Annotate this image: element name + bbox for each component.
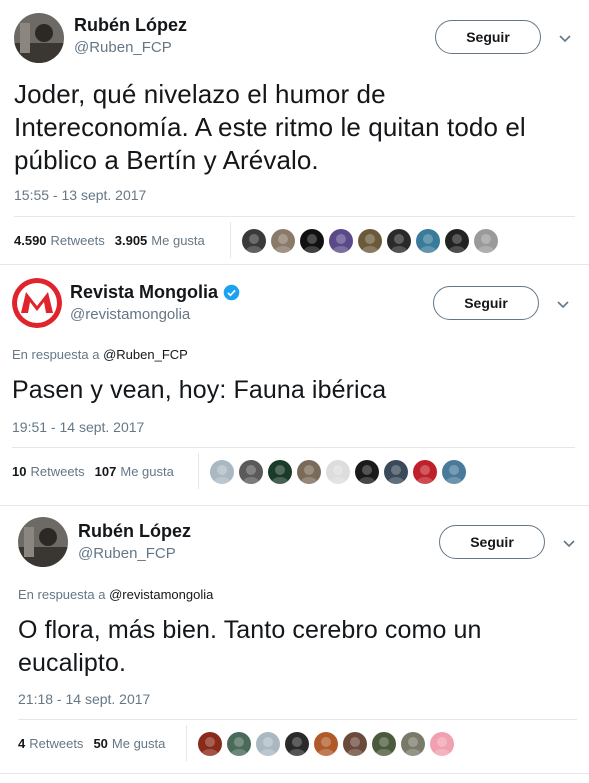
tweet-text: Pasen y vean, hoy: Fauna ibérica <box>12 376 387 404</box>
author-handle[interactable]: @Ruben_FCP <box>78 545 176 562</box>
liker-avatar[interactable] <box>401 732 425 756</box>
liker-avatar[interactable] <box>430 732 454 756</box>
liker-avatar[interactable] <box>297 460 321 484</box>
liker-avatar[interactable] <box>474 229 498 253</box>
likers-avatars <box>210 460 471 484</box>
divider <box>230 222 231 258</box>
divider <box>0 505 589 506</box>
liker-avatar[interactable] <box>300 229 324 253</box>
liker-avatar[interactable] <box>329 229 353 253</box>
engagement-stats: 4.590 Retweets 3.905 Me gusta <box>14 233 215 248</box>
likes-stat[interactable]: 50 Me gusta <box>93 736 165 751</box>
chevron-down-icon[interactable] <box>556 297 570 311</box>
divider <box>14 216 575 217</box>
timestamp[interactable]: 19:51 - 14 sept. 2017 <box>12 419 144 435</box>
author-name[interactable]: Rubén López <box>78 521 191 542</box>
author-name[interactable]: Rubén López <box>74 15 187 36</box>
retweets-stat[interactable]: 4 Retweets <box>18 736 83 751</box>
liker-avatar[interactable] <box>256 732 280 756</box>
divider <box>186 725 187 761</box>
liker-avatar[interactable] <box>413 460 437 484</box>
tweet-2: Revista Mongolia @revistamongolia Seguir… <box>0 265 589 510</box>
reply-context: En respuesta a @Ruben_FCP <box>12 347 188 362</box>
follow-button[interactable]: Seguir <box>439 525 545 559</box>
liker-avatar[interactable] <box>326 460 350 484</box>
author-handle[interactable]: @revistamongolia <box>70 306 190 323</box>
liker-avatar[interactable] <box>355 460 379 484</box>
verified-badge-icon <box>223 284 240 301</box>
tweet-text: O flora, más bien. Tanto cerebro como un… <box>18 616 482 677</box>
liker-avatar[interactable] <box>343 732 367 756</box>
follow-button[interactable]: Seguir <box>435 20 541 54</box>
liker-avatar[interactable] <box>372 732 396 756</box>
reply-context: En respuesta a @revistamongolia <box>18 587 214 602</box>
likers-avatars <box>198 732 459 756</box>
liker-avatar[interactable] <box>242 229 266 253</box>
reply-mention-link[interactable]: @Ruben_FCP <box>103 347 188 362</box>
liker-avatar[interactable] <box>239 460 263 484</box>
engagement-stats: 4 Retweets 50 Me gusta <box>18 736 175 751</box>
chevron-down-icon[interactable] <box>558 31 572 45</box>
engagement-stats: 10 Retweets 107 Me gusta <box>12 464 184 479</box>
retweets-stat[interactable]: 10 Retweets <box>12 464 85 479</box>
liker-avatar[interactable] <box>271 229 295 253</box>
avatar-revista-mongolia[interactable] <box>12 278 62 328</box>
likes-stat[interactable]: 107 Me gusta <box>95 464 174 479</box>
author-name[interactable]: Revista Mongolia <box>70 282 218 303</box>
timestamp[interactable]: 21:18 - 14 sept. 2017 <box>18 691 150 707</box>
reply-mention-link[interactable]: @revistamongolia <box>109 587 213 602</box>
follow-button[interactable]: Seguir <box>433 286 539 320</box>
liker-avatar[interactable] <box>416 229 440 253</box>
tweet-text: Joder, qué nivelazo el humor de Intereco… <box>14 79 526 175</box>
liker-avatar[interactable] <box>268 460 292 484</box>
divider <box>18 719 577 720</box>
liker-avatar[interactable] <box>198 732 222 756</box>
likes-stat[interactable]: 3.905 Me gusta <box>115 233 205 248</box>
liker-avatar[interactable] <box>358 229 382 253</box>
liker-avatar[interactable] <box>210 460 234 484</box>
likers-avatars <box>242 229 503 253</box>
liker-avatar[interactable] <box>285 732 309 756</box>
avatar-ruben[interactable] <box>14 13 64 63</box>
tweet-3: Rubén López @Ruben_FCP Seguir En respues… <box>0 510 589 783</box>
liker-avatar[interactable] <box>314 732 338 756</box>
tweet-1: Rubén López @Ruben_FCP Seguir Joder, qué… <box>0 0 589 265</box>
divider <box>198 453 199 489</box>
author-handle[interactable]: @Ruben_FCP <box>74 39 172 56</box>
avatar-ruben[interactable] <box>18 517 68 567</box>
liker-avatar[interactable] <box>227 732 251 756</box>
retweets-stat[interactable]: 4.590 Retweets <box>14 233 105 248</box>
divider <box>12 447 575 448</box>
liker-avatar[interactable] <box>442 460 466 484</box>
timestamp[interactable]: 15:55 - 13 sept. 2017 <box>14 187 146 203</box>
chevron-down-icon[interactable] <box>562 536 576 550</box>
divider <box>0 773 589 774</box>
liker-avatar[interactable] <box>384 460 408 484</box>
liker-avatar[interactable] <box>387 229 411 253</box>
liker-avatar[interactable] <box>445 229 469 253</box>
